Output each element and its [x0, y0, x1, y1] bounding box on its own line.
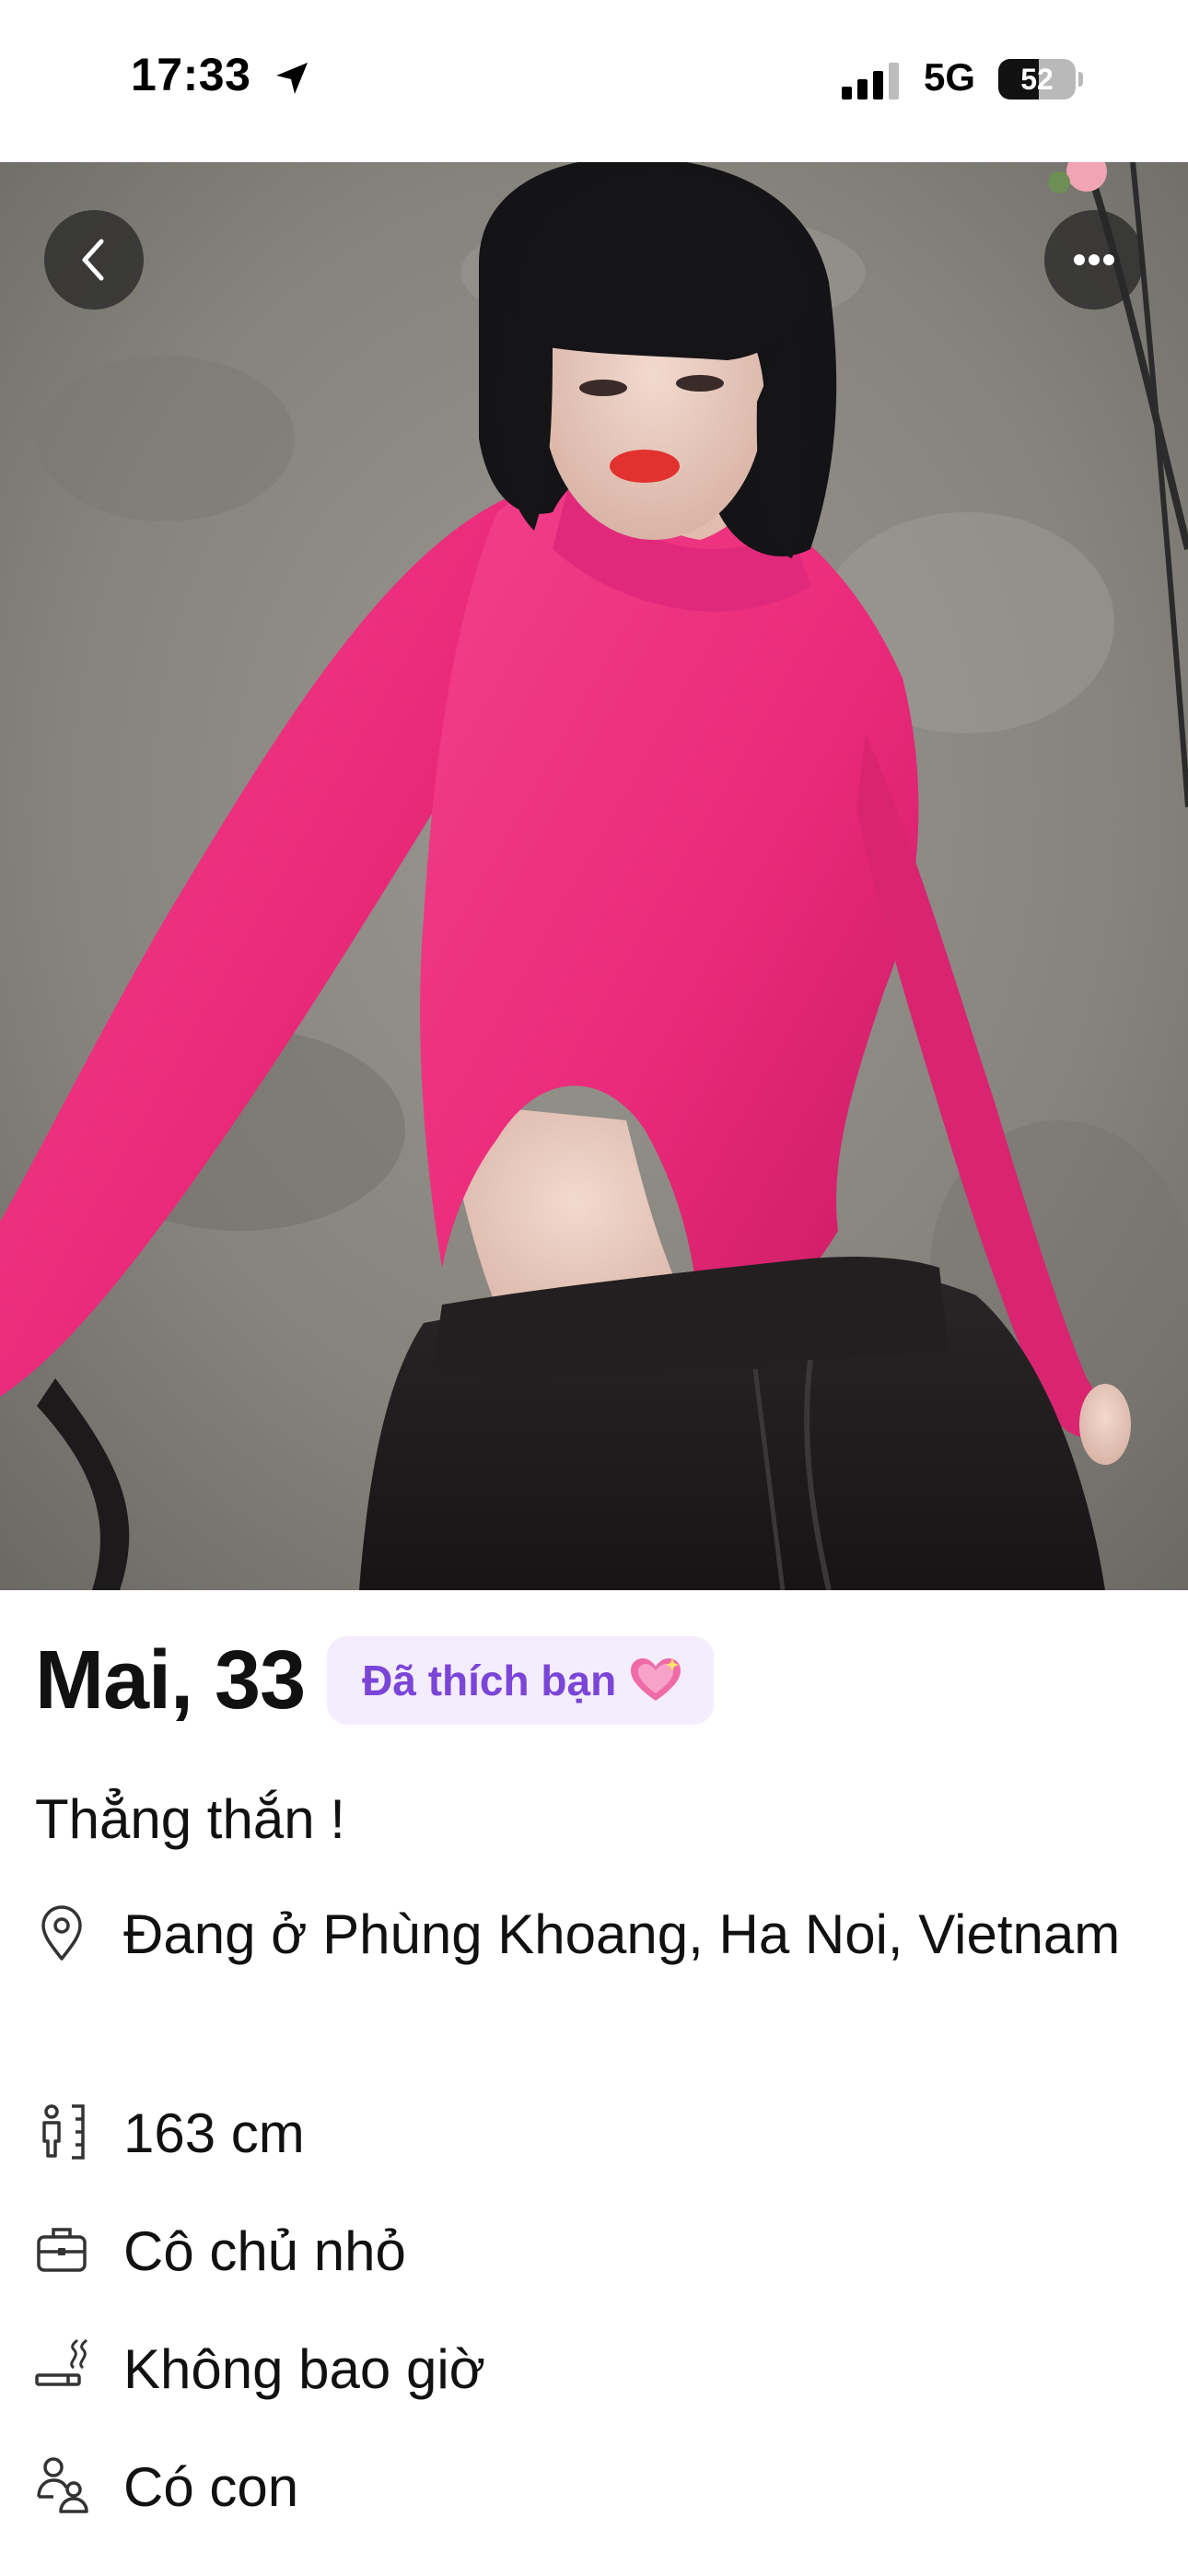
detail-location-text: Đang ở Phùng Khoang, Ha Noi, Vietnam — [123, 1903, 1121, 1965]
profile-photo[interactable] — [0, 162, 1188, 1590]
detail-job-text: Cô chủ nhỏ — [123, 2220, 406, 2282]
profile-header: Mai, 33 Đã thích bạn — [35, 1633, 715, 1727]
more-options-button[interactable] — [1044, 210, 1144, 310]
battery-level: 52 — [1020, 63, 1054, 96]
liked-you-badge: Đã thích bạn — [327, 1636, 715, 1725]
status-time: 17:33 — [131, 49, 251, 100]
back-button[interactable] — [44, 210, 144, 310]
bio-text: Thẳng thắn ! — [35, 1788, 345, 1850]
liked-you-label: Đã thích bạn — [362, 1657, 617, 1704]
battery-icon: 52 — [998, 59, 1083, 100]
detail-smoking-text: Không bao giờ — [123, 2338, 485, 2400]
detail-height-text: 163 cm — [123, 2102, 305, 2164]
cellular-signal-icon — [842, 63, 899, 100]
profile-name-age: Mai, 33 — [35, 1633, 306, 1727]
detail-children-text: Có con — [123, 2456, 299, 2518]
network-type-label: 5G — [924, 55, 976, 99]
location-pin-icon — [41, 1905, 82, 1961]
briefcase-icon — [37, 2228, 87, 2272]
sparkling-heart-icon — [631, 1658, 681, 1701]
chevron-left-icon — [82, 239, 104, 281]
children-icon — [37, 2457, 88, 2513]
location-arrow-icon — [276, 63, 308, 94]
status-bar: 17:33 5G 52 — [0, 0, 1188, 162]
smoking-icon — [35, 2338, 88, 2386]
profile-photo-image — [0, 162, 1188, 1590]
height-icon — [42, 2104, 85, 2160]
more-horizontal-icon — [1074, 254, 1114, 265]
